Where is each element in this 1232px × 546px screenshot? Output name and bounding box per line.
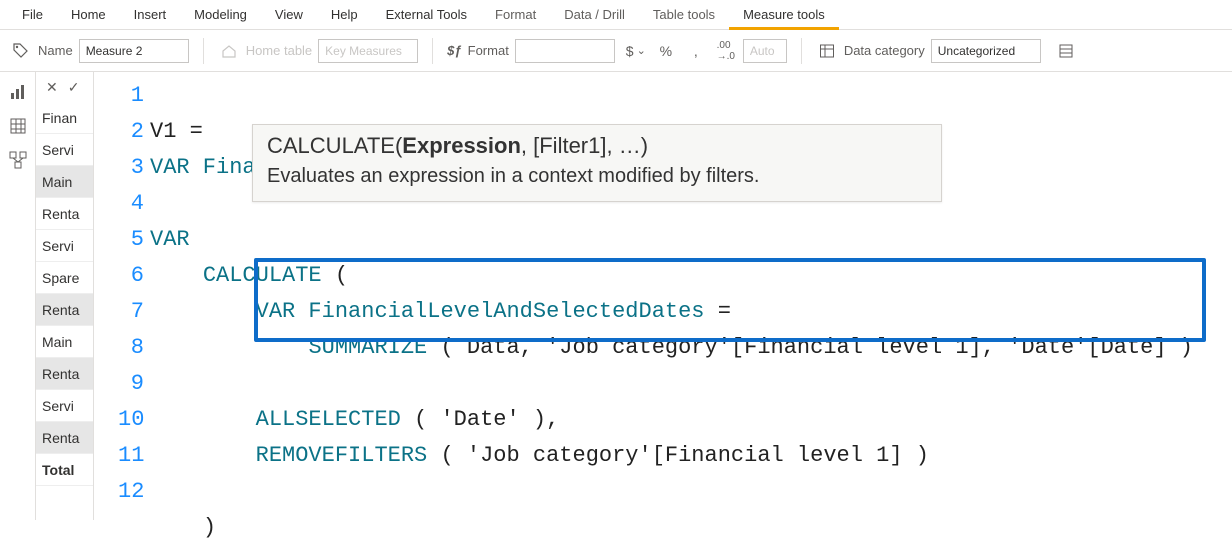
category-icon (816, 40, 838, 62)
view-rail (0, 72, 36, 520)
menu-view[interactable]: View (261, 0, 317, 29)
menu-bar: File Home Insert Modeling View Help Exte… (0, 0, 1232, 30)
menu-measure-tools[interactable]: Measure tools (729, 0, 839, 30)
line-number: 1 (118, 78, 144, 114)
ribbon-home-table-group: Home table (218, 39, 418, 63)
menu-help[interactable]: Help (317, 0, 372, 29)
code-token: ( (322, 263, 348, 288)
tooltip-text: CALCULATE( (267, 133, 402, 158)
line-number: 7 (118, 294, 144, 330)
row-header[interactable]: Renta (36, 358, 93, 390)
name-label: Name (38, 43, 73, 58)
tooltip-description: Evaluates an expression in a context mod… (267, 161, 927, 191)
menu-format[interactable]: Format (481, 0, 550, 29)
measure-name-input[interactable] (79, 39, 189, 63)
ribbon-name-group: Name (10, 39, 189, 63)
code-function: REMOVEFILTERS (256, 443, 428, 468)
ribbon-format-group: $ƒ Format (447, 39, 615, 63)
code-keyword: VAR (150, 155, 190, 180)
row-header[interactable]: Renta (36, 422, 93, 454)
row-headers-column: ✕ ✓ Finan Servi Main Renta Servi Spare R… (36, 72, 94, 520)
line-number: 8 (118, 330, 144, 366)
data-view-icon[interactable] (8, 116, 28, 136)
model-view-icon[interactable] (8, 150, 28, 170)
menu-table-tools[interactable]: Table tools (639, 0, 729, 29)
line-number: 6 (118, 258, 144, 294)
code-function: ALLSELECTED (256, 407, 401, 432)
percent-button[interactable]: % (653, 39, 679, 63)
data-category-label: Data category (844, 43, 925, 58)
tooltip-active-param: Expression (402, 133, 521, 158)
menu-file[interactable]: File (8, 0, 57, 29)
row-header[interactable]: Servi (36, 390, 93, 422)
line-number: 10 (118, 402, 144, 438)
line-number: 2 (118, 114, 144, 150)
formula-bar-actions: ✕ ✓ (36, 72, 93, 102)
line-number: 5 (118, 222, 144, 258)
home-table-label: Home table (246, 43, 312, 58)
home-icon (218, 40, 240, 62)
tooltip-text: , [Filter1], …) (521, 133, 648, 158)
format-label: Format (468, 43, 509, 58)
code-token: = (705, 299, 731, 324)
intellisense-tooltip: CALCULATE(Expression, [Filter1], …) Eval… (252, 124, 942, 202)
tooltip-signature: CALCULATE(Expression, [Filter1], …) (267, 131, 927, 161)
code-function: CALCULATE (203, 263, 322, 288)
decimal-places-button[interactable]: .00→.0 (713, 39, 739, 63)
row-header-total[interactable]: Total (36, 454, 93, 486)
report-view-icon[interactable] (8, 82, 28, 102)
more-options-icon[interactable] (1055, 40, 1077, 62)
code-token: V1 (150, 119, 176, 144)
commit-formula-icon[interactable]: ✓ (68, 79, 80, 96)
ribbon: Name Home table $ƒ Format $ % , .00→.0 D… (0, 30, 1232, 72)
row-header[interactable]: Finan (36, 102, 93, 134)
dax-editor[interactable]: 1 2 3 4 5 6 7 8 9 10 11 12 V1 = VAR Fina… (94, 72, 1232, 520)
home-table-dropdown (318, 39, 418, 63)
code-token: ( Data, 'Job category'[Financial level 1… (427, 335, 1193, 360)
row-header[interactable]: Main (36, 326, 93, 358)
tag-icon (10, 40, 32, 62)
code-token: = (176, 119, 202, 144)
code-function: SUMMARIZE (308, 335, 427, 360)
menu-home[interactable]: Home (57, 0, 120, 29)
fx-icon: $ƒ (447, 43, 461, 58)
row-header[interactable]: Main (36, 166, 93, 198)
menu-external-tools[interactable]: External Tools (372, 0, 481, 29)
row-header[interactable]: Servi (36, 134, 93, 166)
menu-data-drill[interactable]: Data / Drill (550, 0, 639, 29)
row-header[interactable]: Renta (36, 198, 93, 230)
decimal-places-input[interactable] (743, 39, 787, 63)
line-number: 11 (118, 438, 144, 474)
data-category-dropdown[interactable] (931, 39, 1041, 63)
row-header[interactable]: Spare (36, 262, 93, 294)
code-token: ) (203, 515, 216, 540)
menu-insert[interactable]: Insert (120, 0, 181, 29)
row-header[interactable]: Renta (36, 294, 93, 326)
cancel-formula-icon[interactable]: ✕ (46, 79, 58, 96)
format-dropdown[interactable] (515, 39, 615, 63)
code-keyword: VAR (150, 227, 190, 252)
line-number: 9 (118, 366, 144, 402)
code-identifier: FinancialLevelAndSelectedDates (295, 299, 704, 324)
line-number: 12 (118, 474, 144, 510)
code-token: ( 'Job category'[Financial level 1] ) (427, 443, 929, 468)
row-header[interactable]: Servi (36, 230, 93, 262)
line-number: 3 (118, 150, 144, 186)
line-number: 4 (118, 186, 144, 222)
line-number-gutter: 1 2 3 4 5 6 7 8 9 10 11 12 (118, 78, 144, 510)
ribbon-data-category-group: Data category (816, 39, 1041, 63)
thousands-separator-button[interactable]: , (683, 39, 709, 63)
currency-button[interactable]: $ (623, 39, 649, 63)
code-token: ( 'Date' ), (401, 407, 559, 432)
menu-modeling[interactable]: Modeling (180, 0, 261, 29)
code-keyword: VAR (256, 299, 296, 324)
number-format-buttons: $ % , .00→.0 (623, 39, 787, 63)
